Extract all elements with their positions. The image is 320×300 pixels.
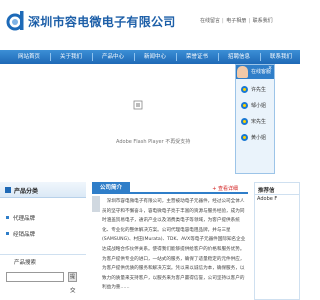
nav-divider xyxy=(260,53,261,61)
online-service-panel: 在线客服 × 许先生 邹小姐 宋先生 黄小姐 xyxy=(235,64,275,174)
service-agent-1[interactable]: 许先生 xyxy=(241,85,266,95)
view-more-link[interactable]: + 查看详细 xyxy=(212,185,238,192)
nav-item-honors[interactable]: 荣誉证书 xyxy=(180,50,214,64)
nav-divider xyxy=(218,53,219,61)
search-button-tail: 交 xyxy=(70,288,76,294)
product-search-title: 产品搜索 xyxy=(14,260,37,266)
bullet-icon xyxy=(6,216,9,219)
divider: | xyxy=(248,18,250,24)
category-icon xyxy=(5,187,11,193)
agent-name: 黄小姐 xyxy=(251,135,267,141)
close-icon[interactable]: × xyxy=(268,66,273,71)
link-message[interactable]: 在线留言 xyxy=(200,18,220,24)
site-title: 深圳市容电微电子有限公司 xyxy=(28,15,176,29)
link-contact[interactable]: 联系我们 xyxy=(253,18,273,24)
intro-text: 深圳市容电微电子有限公司，主营被动电子元器件，经过公司全体人员的坚守和不懈奋斗，… xyxy=(102,199,246,291)
main-nav: 网站首页 关于我们 产品中心 新闻中心 荣誉证书 招聘信息 联系我们 xyxy=(0,50,300,64)
nav-divider xyxy=(176,53,177,61)
divider: | xyxy=(222,18,224,24)
product-search-input[interactable] xyxy=(6,272,64,282)
recommend-title: 推荐信 xyxy=(258,188,275,194)
search-button[interactable]: 提 xyxy=(68,272,77,282)
product-category-header: 产品分类 xyxy=(0,182,86,198)
link-album[interactable]: 电子相册 xyxy=(226,18,246,24)
header: 深圳市容电微电子有限公司 在线留言 | 电子相册 | 联系我们 xyxy=(0,0,300,48)
nav-item-news[interactable]: 新闻中心 xyxy=(138,50,172,64)
nav-divider xyxy=(134,53,135,61)
sidebar-item-agent-brands[interactable]: 代理品牌 xyxy=(13,214,35,222)
agent-name: 邹小姐 xyxy=(251,103,267,109)
recommend-body xyxy=(254,194,300,300)
bullet-icon xyxy=(6,232,9,235)
broken-plugin-icon xyxy=(133,100,143,110)
agent-name: 许先生 xyxy=(251,87,267,93)
top-links: 在线留言 | 电子相册 | 联系我们 xyxy=(200,17,274,24)
nav-item-about[interactable]: 关于我们 xyxy=(54,50,88,64)
agent-name: 宋先生 xyxy=(251,119,267,125)
company-intro: 公司简介 + 查看详细 深圳市容电微电子有限公司，主营被动电子元器件，经过公司全… xyxy=(92,182,248,300)
service-avatar xyxy=(237,66,248,78)
recommend-header: 推荐信 xyxy=(254,182,300,194)
nav-item-home[interactable]: 网站首页 xyxy=(12,50,46,64)
service-agent-3[interactable]: 宋先生 xyxy=(241,117,266,127)
nav-item-contact[interactable]: 联系我们 xyxy=(264,50,298,64)
service-agent-4[interactable]: 黄小姐 xyxy=(241,133,266,143)
intro-title: 公司简介 xyxy=(92,182,130,194)
product-category-title: 产品分类 xyxy=(14,188,39,195)
qq-icon xyxy=(241,118,248,125)
nav-divider xyxy=(92,53,93,61)
sidebar-item-dealer-brands[interactable]: 经销品牌 xyxy=(13,230,35,238)
intro-image xyxy=(92,196,100,212)
company-logo xyxy=(6,11,24,31)
flash-message: Adobe Flash Player 不再受支持 xyxy=(116,139,191,145)
nav-item-jobs[interactable]: 招聘信息 xyxy=(222,50,256,64)
recommend-flash-text: Adobe F xyxy=(257,196,278,202)
qq-icon xyxy=(241,102,248,109)
page: 深圳市容电微电子有限公司 在线留言 | 电子相册 | 联系我们 网站首页 关于我们 … xyxy=(0,0,300,300)
qq-icon xyxy=(241,86,248,93)
qq-icon xyxy=(241,134,248,141)
nav-divider xyxy=(50,53,51,61)
recommend-panel: 推荐信 Adobe F xyxy=(254,182,300,300)
nav-item-products[interactable]: 产品中心 xyxy=(96,50,130,64)
service-agent-2[interactable]: 邹小姐 xyxy=(241,101,266,111)
product-search-header: 产品搜索 xyxy=(0,254,86,268)
